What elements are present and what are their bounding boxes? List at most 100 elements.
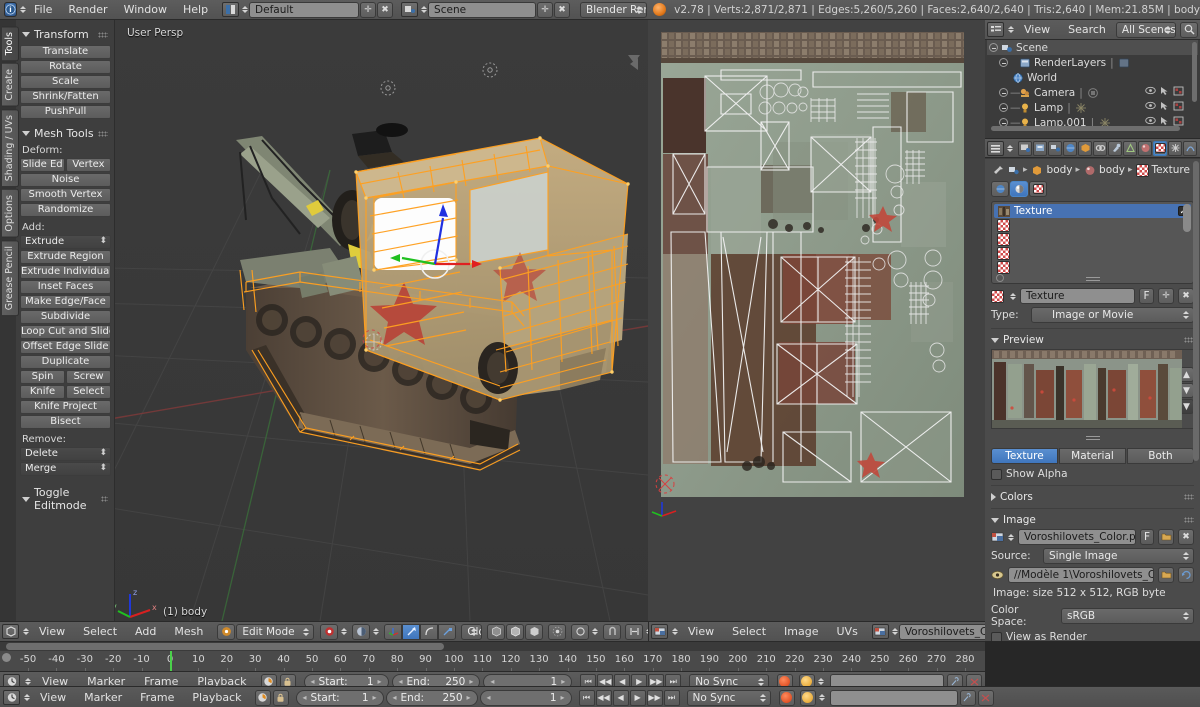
outliner-row-scene[interactable]: Scene bbox=[987, 40, 1198, 55]
end-frame-field[interactable]: ◂ End: 250 ▸ bbox=[385, 689, 478, 706]
texture-slot-2[interactable] bbox=[994, 232, 1191, 246]
status-menu-frame[interactable]: Frame bbox=[132, 688, 182, 707]
menu-window[interactable]: Window bbox=[116, 0, 175, 20]
restrict-select-icon[interactable] bbox=[1160, 101, 1169, 114]
sync-mode-dropdown[interactable]: No Sync bbox=[686, 689, 771, 706]
mode-icon[interactable] bbox=[217, 623, 236, 640]
restrict-view-icon[interactable] bbox=[1145, 101, 1156, 114]
keying-set-field[interactable] bbox=[829, 689, 958, 706]
snap-magnet-icon[interactable] bbox=[603, 623, 622, 640]
current-frame-field[interactable]: ◂ 1 ▸ bbox=[479, 689, 572, 706]
increment-icon[interactable]: ▸ bbox=[469, 677, 473, 686]
panel-header-transform[interactable]: Transform bbox=[22, 28, 111, 41]
renderlayer-data-icon[interactable] bbox=[1118, 56, 1131, 69]
uv-image-name-field[interactable]: Voroshilovets_Color... bbox=[898, 623, 985, 640]
view-as-render-checkbox[interactable] bbox=[991, 631, 1002, 641]
3dview-menu-view[interactable]: View bbox=[31, 622, 73, 641]
preview-resize-grip[interactable] bbox=[1085, 436, 1100, 440]
delete-scene-button[interactable]: ✖ bbox=[554, 1, 571, 18]
uv-menu-select[interactable]: Select bbox=[724, 622, 774, 641]
tab-grease-pencil[interactable]: Grease Pencil bbox=[2, 239, 19, 317]
image-browse-spinner[interactable] bbox=[890, 628, 898, 635]
material-icon[interactable] bbox=[1083, 164, 1096, 177]
tab-create[interactable]: Create bbox=[2, 63, 19, 107]
uv-menu-view[interactable]: View bbox=[680, 622, 722, 641]
brush-texture-context-icon[interactable] bbox=[1029, 181, 1047, 197]
status-menu-playback[interactable]: Playback bbox=[184, 688, 249, 707]
tool-knife[interactable]: Knife bbox=[20, 385, 65, 399]
outliner-scope-dropdown[interactable]: All Scenes bbox=[1115, 21, 1176, 38]
outliner-display-mode-spinner[interactable] bbox=[1006, 26, 1014, 33]
image-source-dropdown[interactable]: Single Image bbox=[1043, 548, 1194, 564]
prev-keyframe-button[interactable]: ◀◀ bbox=[595, 689, 612, 706]
tool-loop-cut-and-slide[interactable]: Loop Cut and Slide bbox=[20, 325, 111, 339]
proportional-falloff-icon[interactable] bbox=[571, 623, 590, 640]
auto-keyframe-icon[interactable] bbox=[254, 689, 271, 706]
tool-delete-dropdown[interactable]: Delete bbox=[20, 447, 111, 461]
restrict-render-icon[interactable] bbox=[1173, 86, 1184, 99]
tool-duplicate[interactable]: Duplicate bbox=[20, 355, 111, 369]
outliner-horizontal-scrollbar[interactable] bbox=[991, 126, 1180, 131]
tool-shrink-fatten[interactable]: Shrink/Fatten bbox=[20, 90, 111, 104]
panel-header-image[interactable]: Image bbox=[991, 514, 1194, 526]
uv-menu-uvs[interactable]: UVs bbox=[829, 622, 866, 641]
tab-tools[interactable]: Tools bbox=[2, 26, 19, 62]
timeline-playhead[interactable] bbox=[170, 651, 172, 671]
editor-type-timeline-icon[interactable] bbox=[3, 690, 20, 705]
scene-browse-icon[interactable] bbox=[401, 2, 419, 17]
properties-vertical-scrollbar[interactable] bbox=[1193, 161, 1199, 461]
tab-texture[interactable] bbox=[1153, 140, 1167, 156]
image-browse-icon[interactable] bbox=[871, 624, 889, 639]
timeline-scroll-thumb[interactable] bbox=[6, 643, 444, 650]
timeline-scroll-left-handle[interactable] bbox=[2, 653, 11, 662]
tool-extrude-region[interactable]: Extrude Region bbox=[20, 250, 111, 264]
unlink-image-button[interactable]: ✖ bbox=[1178, 529, 1194, 545]
menu-file[interactable]: File bbox=[26, 0, 60, 20]
tool-randomize[interactable]: Randomize bbox=[20, 203, 111, 217]
slot-radio-icon[interactable] bbox=[996, 274, 1004, 282]
tool-rotate[interactable]: Rotate bbox=[20, 60, 111, 74]
select-mode-spinner[interactable] bbox=[339, 628, 348, 635]
new-texture-button[interactable]: ✛ bbox=[1158, 288, 1174, 304]
3dview-menu-select[interactable]: Select bbox=[75, 622, 125, 641]
texture-slot-1[interactable] bbox=[994, 218, 1191, 232]
outliner-row-lamp[interactable]: — Lamp | bbox=[987, 100, 1198, 115]
image-fake-user-button[interactable]: F bbox=[1140, 529, 1154, 545]
material-texture-context-icon[interactable] bbox=[1010, 181, 1028, 197]
tool-spin[interactable]: Spin bbox=[20, 370, 65, 384]
jump-to-end-button[interactable]: ⏭ bbox=[663, 689, 680, 706]
tool-slide-edge[interactable]: Slide Ed bbox=[20, 158, 65, 172]
delete-screen-layout-button[interactable]: ✖ bbox=[377, 1, 394, 18]
tool-subdivide[interactable]: Subdivide bbox=[20, 310, 111, 324]
tab-render-layers[interactable] bbox=[1033, 140, 1047, 156]
tab-object[interactable] bbox=[1078, 140, 1092, 156]
object-browse-icon[interactable] bbox=[1007, 164, 1020, 177]
tool-knife-project[interactable]: Knife Project bbox=[20, 400, 111, 414]
outliner-menu-view[interactable]: View bbox=[1016, 20, 1058, 40]
scene-spinner[interactable] bbox=[419, 6, 428, 13]
slot-list-grip[interactable] bbox=[1085, 277, 1100, 281]
add-screen-layout-button[interactable]: ✛ bbox=[360, 1, 377, 18]
outliner-icon[interactable] bbox=[987, 22, 1004, 37]
uv-menu-image[interactable]: Image bbox=[776, 622, 826, 641]
timeline-editor-spinner[interactable] bbox=[23, 678, 31, 685]
decrement-icon[interactable]: ◂ bbox=[490, 677, 494, 686]
keyframe-type-icon[interactable] bbox=[799, 689, 816, 706]
render-engine-dropdown[interactable]: Blender Render bbox=[580, 1, 648, 18]
breadcrumb-object-name[interactable]: body bbox=[1047, 164, 1073, 176]
texture-slot-0[interactable]: Texture ✓ bbox=[994, 204, 1191, 218]
browse-filepath-button[interactable] bbox=[1158, 567, 1174, 583]
snap-target-icon[interactable] bbox=[625, 623, 644, 640]
tab-constraints[interactable] bbox=[1093, 140, 1107, 156]
3dview-menu-add[interactable]: Add bbox=[127, 622, 164, 641]
scene-name-field[interactable]: Scene bbox=[428, 1, 537, 18]
outliner-row-world[interactable]: World bbox=[987, 70, 1198, 85]
properties-editor-spinner[interactable] bbox=[1005, 144, 1013, 152]
texture-slot-list[interactable]: Texture ✓ bbox=[991, 201, 1194, 284]
decrement-icon[interactable]: ◂ bbox=[399, 677, 403, 686]
panel-header-colors[interactable]: Colors bbox=[991, 491, 1194, 503]
mesh-display-icon[interactable] bbox=[525, 623, 544, 640]
restrict-select-icon[interactable] bbox=[1160, 86, 1169, 99]
preview-segment-material[interactable]: Material bbox=[1059, 448, 1126, 464]
tool-noise[interactable]: Noise bbox=[20, 173, 111, 187]
